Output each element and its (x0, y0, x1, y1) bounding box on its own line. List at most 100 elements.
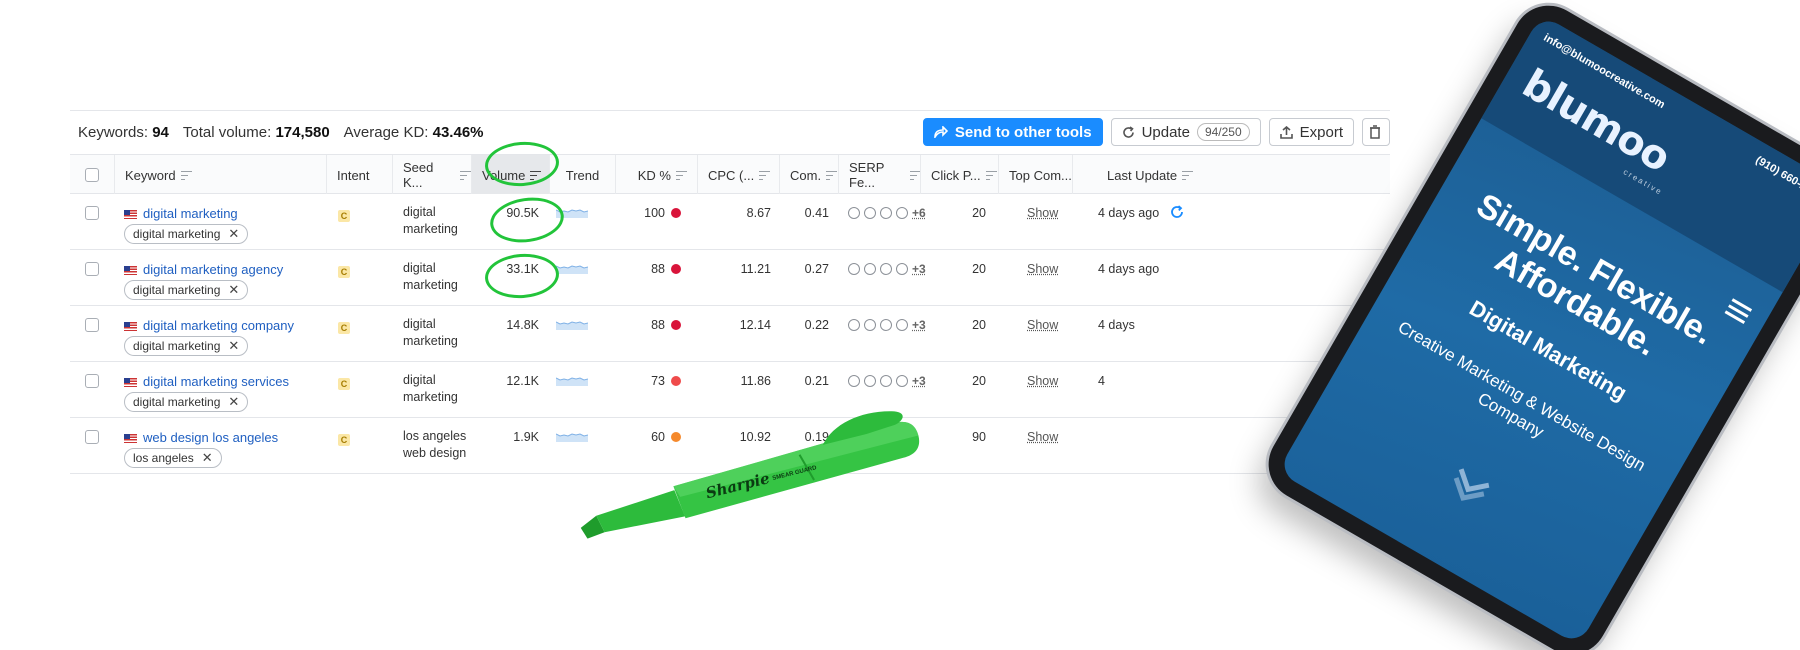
remove-tag-icon[interactable]: ✕ (228, 338, 239, 354)
row-checkbox-cell (85, 374, 99, 388)
intent-cell: C (338, 208, 350, 222)
tablet-device: info@blumoocreative.com (910) 660-2689 b… (1320, 40, 1770, 640)
keyword-link[interactable]: digital marketing services (143, 374, 289, 389)
tag-label: los angeles (133, 451, 194, 465)
click-potential-cell: 20 (920, 318, 986, 332)
kd-cell: 73 (615, 374, 681, 388)
table-header: Keyword Intent Seed K... Volume Trend KD… (70, 154, 1390, 194)
col-cpc[interactable]: CPC (... (697, 155, 779, 195)
last-update-cell: 4 days ago (1098, 206, 1159, 220)
serp-feature-icon (896, 207, 908, 219)
show-competitors-link[interactable]: Show (1027, 374, 1058, 388)
share-arrow-icon (934, 126, 948, 138)
kd-difficulty-dot (671, 376, 681, 386)
refresh-icon[interactable] (1170, 205, 1184, 222)
keyword-cell: digital marketing company (124, 318, 294, 333)
intent-cell: C (338, 432, 350, 446)
serp-feature-icon (864, 319, 876, 331)
col-seed-keyword[interactable]: Seed K... (392, 155, 471, 195)
us-flag-icon (124, 266, 137, 275)
kd-difficulty-dot (671, 320, 681, 330)
kd-difficulty-dot (671, 264, 681, 274)
row-checkbox[interactable] (85, 318, 99, 332)
row-checkbox[interactable] (85, 206, 99, 220)
remove-tag-icon[interactable]: ✕ (202, 450, 213, 466)
competition-cell: 0.21 (779, 374, 829, 388)
serp-feature-icon (880, 207, 892, 219)
keyword-cell: digital marketing (124, 206, 238, 221)
col-serp-features[interactable]: SERP Fe... (838, 155, 920, 195)
keyword-link[interactable]: digital marketing agency (143, 262, 283, 277)
remove-tag-icon[interactable]: ✕ (228, 226, 239, 242)
click-potential-cell: 20 (920, 374, 986, 388)
volume-cell: 14.8K (471, 318, 539, 332)
row-checkbox[interactable] (85, 430, 99, 444)
sort-icon (1182, 171, 1193, 180)
update-label: Update (1142, 124, 1190, 141)
sort-icon (826, 171, 830, 180)
average-kd: Average KD: 43.46% (344, 124, 484, 141)
show-competitors-link[interactable]: Show (1027, 318, 1058, 332)
update-button[interactable]: Update 94/250 (1111, 118, 1261, 146)
table-row[interactable]: digital marketing services digital marke… (70, 362, 1390, 418)
intent-badge: C (338, 378, 350, 390)
table-row[interactable]: digital marketing digital marketing ✕ C d… (70, 194, 1390, 250)
keyword-cell: digital marketing agency (124, 262, 283, 277)
seed-keyword-cell: digital marketing (403, 204, 473, 238)
col-keyword[interactable]: Keyword (114, 155, 326, 195)
click-potential-cell: 20 (920, 206, 986, 220)
seed-keyword-cell: digital marketing (403, 316, 473, 350)
tag-label: digital marketing (133, 283, 220, 297)
keyword-tag: digital marketing ✕ (124, 392, 248, 412)
row-checkbox-cell (85, 262, 99, 276)
tag-label: digital marketing (133, 227, 220, 241)
seed-keyword-cell: digital marketing (403, 260, 473, 294)
intent-badge: C (338, 266, 350, 278)
row-checkbox-cell (85, 318, 99, 332)
top-competitors-cell: Show (1027, 262, 1058, 276)
col-top-competitors[interactable]: Top Com... (998, 155, 1072, 195)
kd-cell: 60 (615, 430, 681, 444)
col-competition[interactable]: Com. (779, 155, 838, 195)
col-intent[interactable]: Intent (326, 155, 392, 195)
keyword-tag: los angeles ✕ (124, 448, 222, 468)
row-checkbox-cell (85, 430, 99, 444)
show-competitors-link[interactable]: Show (1027, 430, 1058, 444)
kd-cell: 88 (615, 262, 681, 276)
keyword-link[interactable]: digital marketing (143, 206, 238, 221)
select-all-checkbox[interactable] (85, 168, 99, 182)
serp-features-cell: +6 (848, 206, 926, 220)
remove-tag-icon[interactable]: ✕ (228, 282, 239, 298)
show-competitors-link[interactable]: Show (1027, 262, 1058, 276)
table-row[interactable]: digital marketing company digital market… (70, 306, 1390, 362)
tag-label: digital marketing (133, 339, 220, 353)
keyword-cell: digital marketing services (124, 374, 289, 389)
competition-cell: 0.27 (779, 262, 829, 276)
row-checkbox[interactable] (85, 374, 99, 388)
last-update-cell: 4 (1098, 374, 1105, 388)
show-competitors-link[interactable]: Show (1027, 206, 1058, 220)
trend-sparkline (556, 374, 588, 389)
serp-feature-icon (896, 319, 908, 331)
keyword-link[interactable]: digital marketing company (143, 318, 294, 333)
volume-cell: 12.1K (471, 374, 539, 388)
col-kd[interactable]: KD % (615, 155, 697, 195)
us-flag-icon (124, 378, 137, 387)
update-count-badge: 94/250 (1197, 123, 1250, 141)
col-click-potential[interactable]: Click P... (920, 155, 998, 195)
table-row[interactable]: digital marketing agency digital marketi… (70, 250, 1390, 306)
send-to-other-tools-button[interactable]: Send to other tools (923, 118, 1103, 146)
seed-keyword-cell: los angeles web design (403, 428, 473, 462)
top-competitors-cell: Show (1027, 430, 1058, 444)
serp-feature-icon (880, 375, 892, 387)
remove-tag-icon[interactable]: ✕ (228, 394, 239, 410)
serp-features-cell: +3 (848, 262, 926, 276)
keyword-link[interactable]: web design los angeles (143, 430, 278, 445)
serp-feature-icon (880, 319, 892, 331)
top-competitors-cell: Show (1027, 206, 1058, 220)
competition-cell: 0.41 (779, 206, 829, 220)
last-update-cell: 4 days ago (1098, 262, 1159, 276)
chevron-down-icon[interactable] (1443, 464, 1495, 513)
send-label: Send to other tools (955, 124, 1092, 141)
row-checkbox[interactable] (85, 262, 99, 276)
